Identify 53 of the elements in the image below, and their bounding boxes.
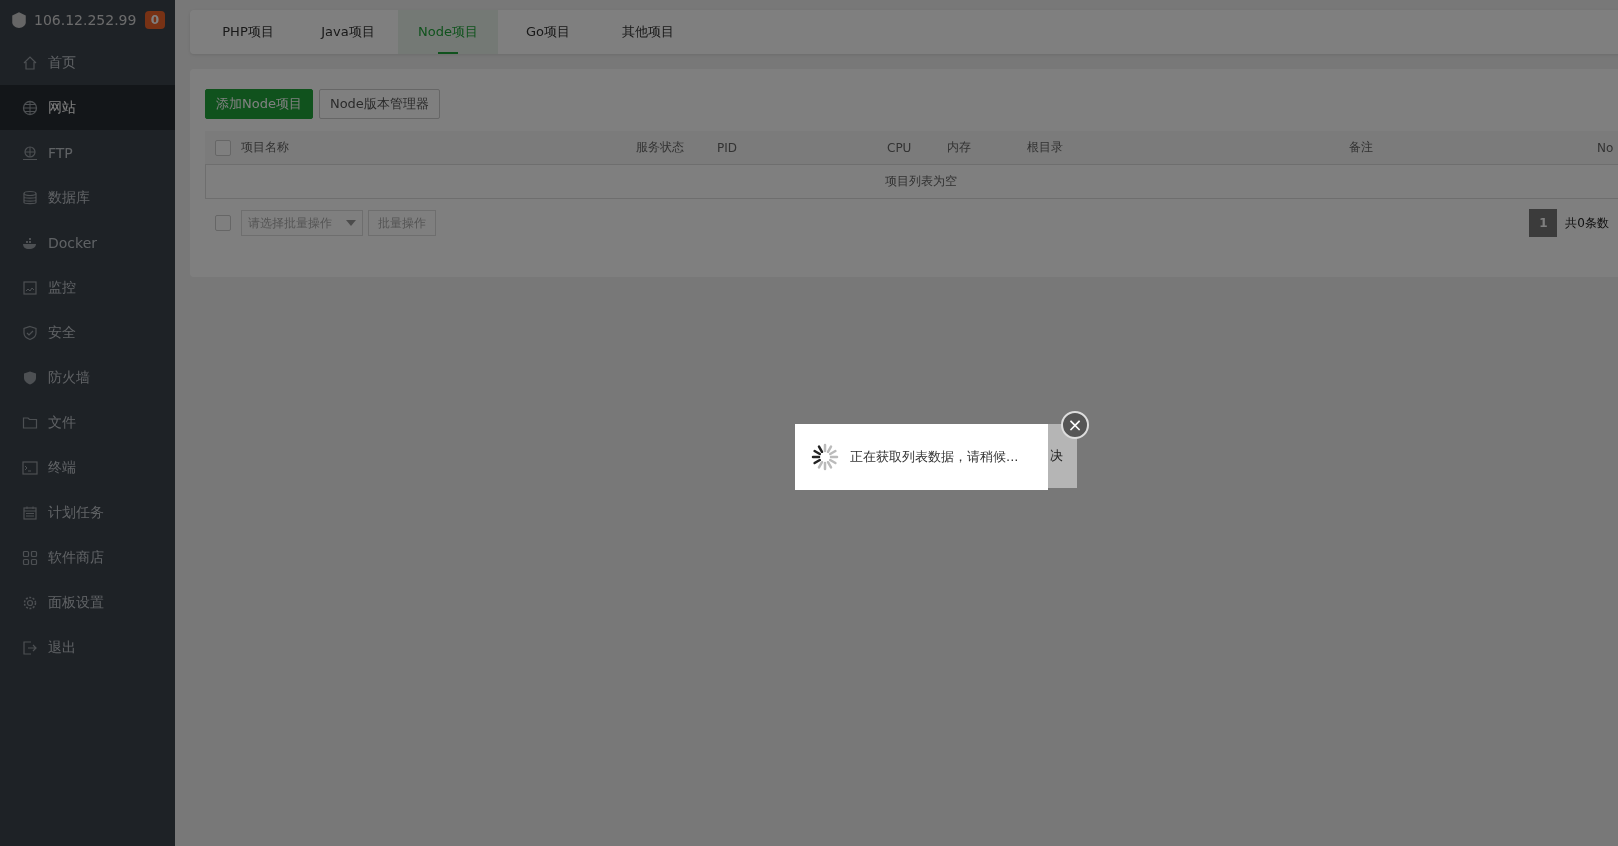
home-icon [22,54,38,71]
calendar-icon [22,504,38,521]
total-count: 共0条数 [1564,214,1609,232]
apps-icon [22,549,38,566]
gear-icon [22,594,38,611]
sidebar-item[interactable]: 数据库 [0,175,175,220]
sidebar-item[interactable]: 网站 [0,85,175,130]
checkbox[interactable] [215,139,231,156]
tab[interactable]: Java项目 [298,10,398,54]
shield-icon [22,324,38,341]
version-manager-button[interactable]: Node版本管理器 [318,89,440,119]
column-header: 备注 [1349,140,1373,154]
sidebar-item[interactable]: 首页 [0,40,175,85]
sidebar-item[interactable]: 安全 [0,310,175,355]
sidebar-item[interactable]: 终端 [0,445,175,490]
checkbox[interactable] [215,215,231,231]
column-header: 内存 [947,140,971,154]
sidebar-item[interactable]: 软件商店 [0,535,175,580]
sidebar-item[interactable]: FTP [0,130,175,175]
logo-icon [10,11,28,29]
server-address: 106.12.252.99 [34,12,138,28]
terminal-icon [22,459,38,476]
tab[interactable]: Go项目 [498,10,598,54]
globe-icon [22,99,38,116]
sidebar-item[interactable]: 监控 [0,265,175,310]
database-icon [22,189,38,206]
add-project-button[interactable]: 添加Node项目 [205,89,313,119]
column-header: No [1597,141,1614,155]
spinner-icon [810,442,840,472]
page-number[interactable]: 1 [1529,209,1558,237]
sidebar-item[interactable]: 计划任务 [0,490,175,535]
tab[interactable]: PHP项目 [198,10,298,54]
column-header: CPU [887,141,912,155]
column-header: 项目名称 [241,140,289,154]
empty-message: 项目列表为空 [885,173,957,190]
sidebar-item[interactable]: 退出 [0,625,175,670]
monitor-icon [22,279,38,296]
logout-icon [22,639,38,656]
notification-count[interactable]: 0 [144,11,165,29]
column-header: PID [717,141,737,155]
sidebar-item[interactable]: 文件 [0,400,175,445]
sidebar-item[interactable]: 防火墙 [0,355,175,400]
tab[interactable]: Node项目 [398,10,498,54]
folder-icon [22,414,38,431]
column-header: 根目录 [1027,140,1063,154]
column-header: 服务状态 [636,140,684,154]
sidebar-item[interactable]: Docker [0,220,175,265]
sidebar-item[interactable]: 面板设置 [0,580,175,625]
firewall-icon [22,369,38,386]
ftp-icon [22,144,38,161]
caret-icon [346,220,356,226]
loading-message: 正在获取列表数据，请稍候... [850,448,1019,466]
tab[interactable]: 其他项目 [598,10,698,54]
